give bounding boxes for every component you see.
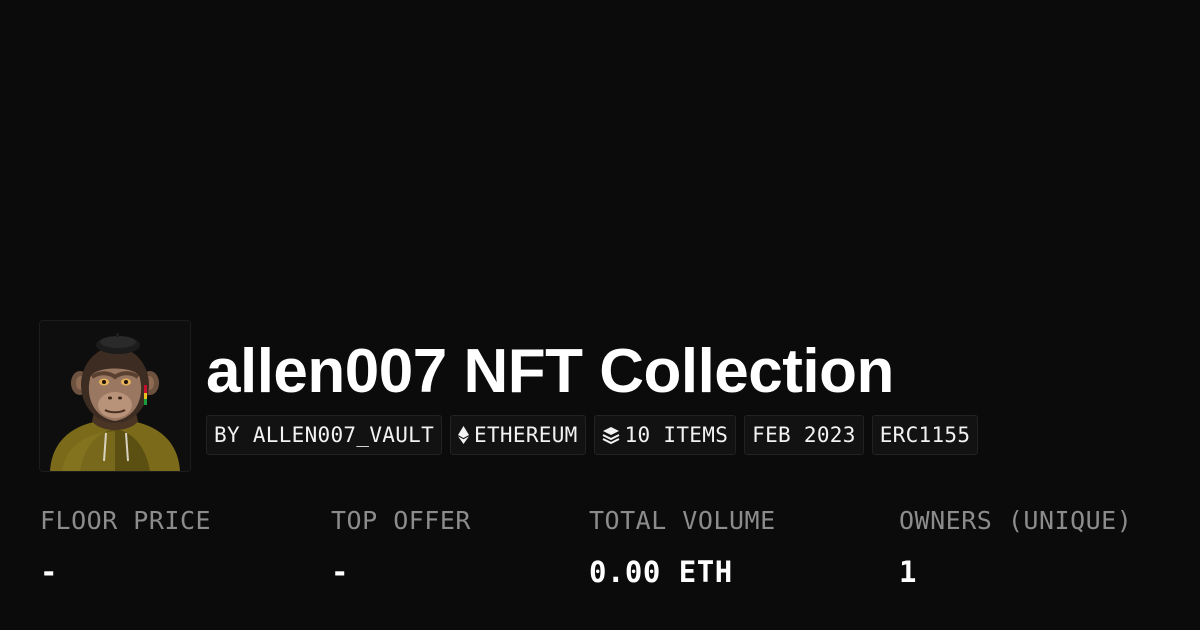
stat-value: -	[40, 555, 58, 589]
date-badge: FEB 2023	[744, 415, 864, 455]
stat-label: TOTAL VOLUME	[589, 506, 776, 535]
collection-badges: BY ALLEN007_VAULT ETHEREUM 10 ITEMS FEB …	[206, 415, 979, 455]
stat-total-volume: TOTAL VOLUME 0.00 ETH	[589, 505, 776, 589]
ape-avatar-image	[40, 321, 190, 471]
creator-badge-label: BY ALLEN007_VAULT	[214, 423, 435, 447]
items-badge[interactable]: 10 ITEMS	[593, 415, 737, 455]
collection-title: allen007 NFT Collection	[206, 337, 894, 406]
stat-top-offer: TOP OFFER -	[331, 505, 471, 589]
stat-label: FLOOR PRICE	[40, 506, 212, 535]
stat-label: TOP OFFER	[331, 506, 471, 535]
stat-value: -	[331, 555, 349, 589]
stat-value: 1	[899, 555, 917, 589]
items-badge-label: 10 ITEMS	[624, 423, 729, 447]
stat-floor-price: FLOOR PRICE -	[40, 505, 211, 589]
stat-value: 0.00 ETH	[589, 555, 733, 589]
layers-icon	[602, 426, 620, 444]
creator-badge[interactable]: BY ALLEN007_VAULT	[206, 415, 443, 455]
chain-badge[interactable]: ETHEREUM	[450, 415, 586, 455]
stat-label: OWNERS (UNIQUE)	[899, 506, 1133, 535]
chain-badge-label: ETHEREUM	[474, 423, 578, 447]
collection-avatar	[40, 321, 190, 471]
date-badge-label: FEB 2023	[752, 423, 856, 447]
stat-owners: OWNERS (UNIQUE) 1	[899, 505, 1132, 589]
ethereum-icon	[458, 426, 470, 444]
standard-badge: ERC1155	[871, 415, 979, 455]
standard-badge-label: ERC1155	[879, 423, 971, 447]
